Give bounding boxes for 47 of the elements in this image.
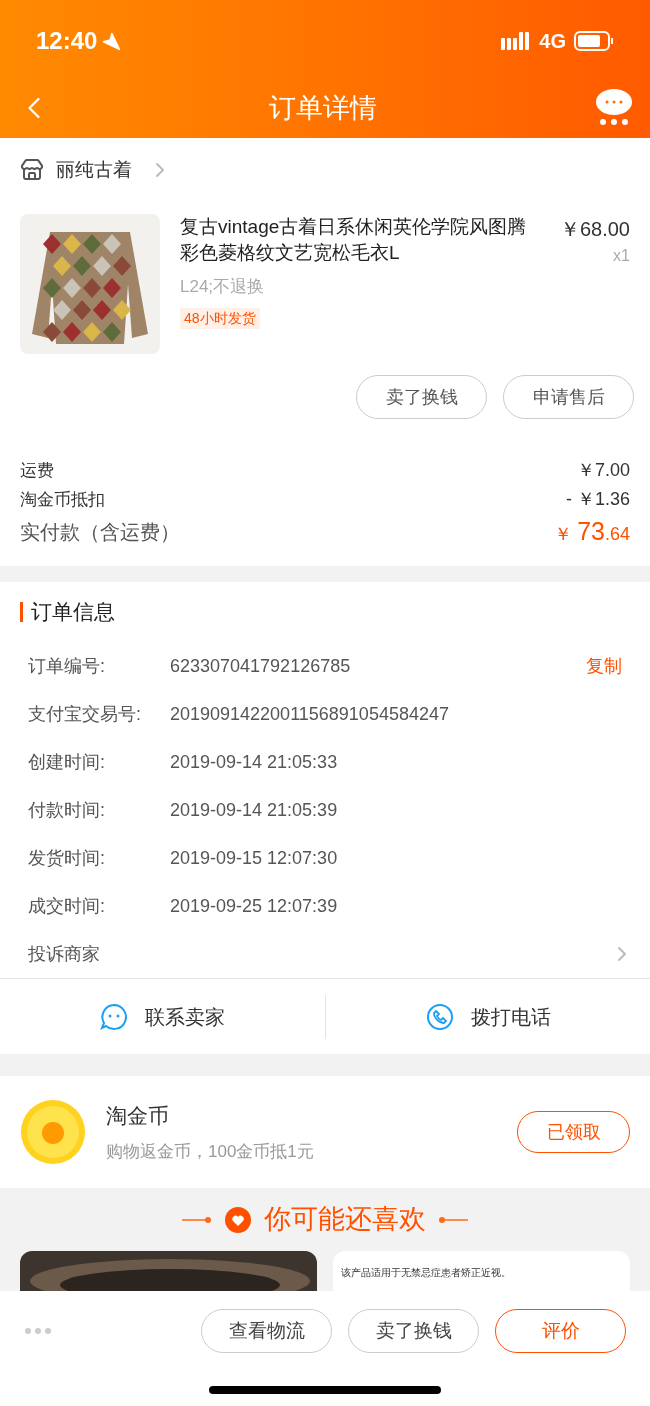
product-spec: L24;不退换 [180,276,266,298]
fee-label: 淘金币抵扣 [20,488,105,511]
recommend-title: 你可能还喜欢 [264,1203,426,1237]
total-amount: ￥ 73.64 [554,516,630,548]
info-value: 2019-09-14 21:05:39 [170,798,339,822]
info-label: 订单编号: [28,654,106,678]
chat-icon [99,1001,130,1032]
page-title: 订单详情 [268,91,378,125]
product-quantity: x1 [613,246,630,266]
info-value: 2019-09-15 12:07:30 [170,846,339,870]
info-label: 支付宝交易号: [28,702,142,726]
more-icon[interactable] [594,88,634,128]
product-card[interactable]: 该产品适用于无禁忌症患者矫正近视。 [333,1251,630,1291]
coin-subtitle: 购物返金币，100金币抵1元 [106,1141,315,1163]
fee-label: 运费 [20,459,54,482]
shop-icon [20,158,44,182]
card-note: 该产品适用于无禁忌症患者矫正近视。 [341,1267,511,1278]
info-label: 创建时间: [28,750,106,774]
coin-icon [20,1099,86,1165]
network-label: 4G [539,29,566,54]
contact-button[interactable]: 联系卖家 [0,994,325,1039]
info-label: 发货时间: [28,846,106,870]
product-title[interactable]: 复古vintage古着日系休闲英伦学院风图腾彩色菱格纹文艺宽松毛衣L [180,214,540,266]
info-value: 2019-09-25 12:07:39 [170,894,339,918]
phone-icon [424,1001,455,1032]
fee-label: 实付款（含运费） [20,520,180,545]
status-time: 12:40 [36,26,98,56]
battery-icon [574,31,614,51]
info-value: 2019-09-14 21:05:33 [170,750,339,774]
divider-arrow-icon [438,1215,468,1224]
call-button[interactable]: 拨打电话 [324,994,650,1039]
section-title: 订单信息 [31,599,115,626]
shipping-tag: 48小时发货 [180,307,260,329]
fee-value: - ￥1.36 [565,488,630,511]
divider-arrow-icon [182,1215,212,1224]
product-price: ￥68.00 [559,217,630,242]
shop-name[interactable]: 丽纯古着 [56,155,132,185]
signal-icon [501,32,532,50]
info-value: 623307041792126785 [170,654,352,678]
complaint-link[interactable]: 投诉商家 [28,940,100,968]
info-value: 2019091422001156891054584247 [170,702,450,726]
location-icon [101,31,122,51]
info-label: 付款时间: [28,798,106,822]
more-dots-icon[interactable] [24,1327,52,1335]
info-label: 成交时间: [28,894,106,918]
coin-title: 淘金币 [106,1102,170,1129]
fee-value: ￥7.00 [576,459,630,482]
